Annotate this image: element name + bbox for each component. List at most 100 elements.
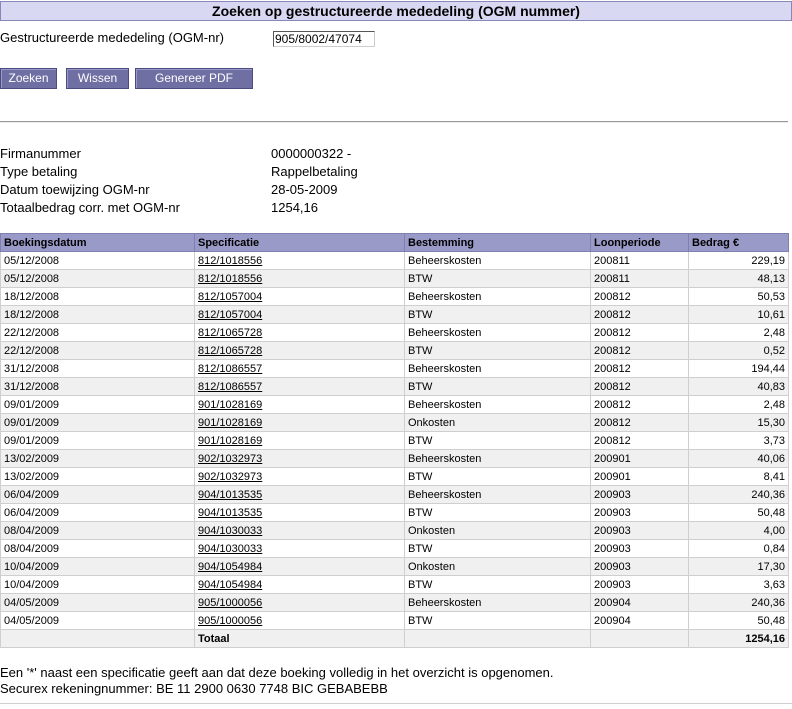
- specification-link[interactable]: 901/1028169: [198, 435, 262, 447]
- table-row: 04/05/2009 905/1000056 Beheerskosten 200904…: [0, 593, 789, 612]
- cell-specification: 901/1028169: [194, 395, 405, 414]
- cell-pay-period: 200812: [590, 359, 689, 378]
- cell-specification: 812/1057004: [194, 287, 405, 306]
- table-row: 18/12/2008 812/1057004 Beheerskosten 200812…: [0, 287, 789, 306]
- cell-booking-date: 31/12/2008: [0, 359, 195, 378]
- cell-booking-date: 09/01/2009: [0, 431, 195, 450]
- table-row: 04/05/2009 905/1000056 BTW 200904 50,48: [0, 611, 789, 630]
- specification-link[interactable]: 904/1013535: [198, 507, 262, 519]
- cell-destination: Beheerskosten: [404, 395, 591, 414]
- specification-link[interactable]: 904/1030033: [198, 543, 262, 555]
- info-row-assignment-date: Datum toewijzing OGM-nr 28-05-2009: [0, 181, 500, 199]
- cell-booking-date: 13/02/2009: [0, 467, 195, 486]
- specification-link[interactable]: 901/1028169: [198, 417, 262, 429]
- cell-pay-period: 200901: [590, 467, 689, 486]
- info-label: Totaalbedrag corr. met OGM-nr: [0, 200, 180, 215]
- cell-booking-date: 09/01/2009: [0, 413, 195, 432]
- cell-specification: 812/1065728: [194, 323, 405, 342]
- cell-pay-period: 200811: [590, 251, 689, 270]
- cell-specification: 902/1032973: [194, 449, 405, 468]
- table-row: 13/02/2009 902/1032973 Beheerskosten 200901…: [0, 449, 789, 468]
- cell-amount: 3,73: [688, 431, 789, 450]
- info-value: 28-05-2009: [271, 182, 338, 197]
- cell-pay-period: 200812: [590, 287, 689, 306]
- specification-link[interactable]: 905/1000056: [198, 597, 262, 609]
- cell-destination: Beheerskosten: [404, 323, 591, 342]
- cell-pay-period: 200904: [590, 611, 689, 630]
- specification-link[interactable]: 812/1086557: [198, 363, 262, 375]
- cell-pay-period: 200901: [590, 449, 689, 468]
- footer: Een '*' naast een specificatie geeft aan…: [0, 665, 554, 697]
- cell-booking-date: 31/12/2008: [0, 377, 195, 396]
- search-button[interactable]: Zoeken: [0, 68, 57, 89]
- ogm-field-label: Gestructureerde mededeling (OGM-nr): [0, 30, 224, 45]
- generate-pdf-button[interactable]: Genereer PDF: [135, 68, 253, 89]
- info-panel: Firmanummer 0000000322 - Type betaling R…: [0, 145, 500, 217]
- specification-link[interactable]: 901/1028169: [198, 399, 262, 411]
- cell-destination: BTW: [404, 269, 591, 288]
- specification-link[interactable]: 812/1018556: [198, 255, 262, 267]
- column-header-pay-period[interactable]: Loonperiode: [590, 233, 689, 252]
- column-header-destination[interactable]: Bestemming: [404, 233, 591, 252]
- specification-link[interactable]: 812/1065728: [198, 327, 262, 339]
- bottom-divider: [0, 703, 792, 704]
- cell-booking-date: 22/12/2008: [0, 323, 195, 342]
- cell-destination: BTW: [404, 341, 591, 360]
- cell-amount: 48,13: [688, 269, 789, 288]
- specification-link[interactable]: 902/1032973: [198, 453, 262, 465]
- cell-amount: 8,41: [688, 467, 789, 486]
- specification-link[interactable]: 904/1054984: [198, 561, 262, 573]
- cell-specification: 905/1000056: [194, 611, 405, 630]
- empty-cell: [404, 629, 591, 648]
- cell-amount: 10,61: [688, 305, 789, 324]
- empty-cell: [590, 629, 689, 648]
- cell-destination: Beheerskosten: [404, 593, 591, 612]
- cell-specification: 905/1000056: [194, 593, 405, 612]
- cell-amount: 17,30: [688, 557, 789, 576]
- cell-amount: 50,48: [688, 503, 789, 522]
- clear-button[interactable]: Wissen: [66, 68, 129, 89]
- specification-link[interactable]: 812/1018556: [198, 273, 262, 285]
- cell-specification: 904/1054984: [194, 557, 405, 576]
- specification-link[interactable]: 812/1057004: [198, 291, 262, 303]
- column-header-amount[interactable]: Bedrag €: [688, 233, 789, 252]
- cell-pay-period: 200812: [590, 305, 689, 324]
- cell-specification: 812/1086557: [194, 377, 405, 396]
- cell-destination: BTW: [404, 575, 591, 594]
- cell-booking-date: 06/04/2009: [0, 503, 195, 522]
- cell-amount: 4,00: [688, 521, 789, 540]
- cell-amount: 3,63: [688, 575, 789, 594]
- specification-link[interactable]: 904/1013535: [198, 489, 262, 501]
- cell-specification: 904/1030033: [194, 521, 405, 540]
- cell-pay-period: 200903: [590, 575, 689, 594]
- cell-booking-date: 18/12/2008: [0, 287, 195, 306]
- cell-amount: 40,83: [688, 377, 789, 396]
- specification-link[interactable]: 904/1030033: [198, 525, 262, 537]
- table-row: 22/12/2008 812/1065728 BTW 200812 0,52: [0, 341, 789, 360]
- cell-specification: 812/1086557: [194, 359, 405, 378]
- column-header-booking-date[interactable]: Boekingsdatum: [0, 233, 195, 252]
- cell-booking-date: 18/12/2008: [0, 305, 195, 324]
- column-header-specification[interactable]: Specificatie: [194, 233, 405, 252]
- specification-link[interactable]: 812/1057004: [198, 309, 262, 321]
- specification-link[interactable]: 905/1000056: [198, 615, 262, 627]
- specification-link[interactable]: 812/1086557: [198, 381, 262, 393]
- cell-pay-period: 200812: [590, 395, 689, 414]
- info-value: Rappelbetaling: [271, 164, 358, 179]
- specification-link[interactable]: 904/1054984: [198, 579, 262, 591]
- cell-pay-period: 200903: [590, 503, 689, 522]
- specification-link[interactable]: 812/1065728: [198, 345, 262, 357]
- table-total-row: Totaal 1254,16: [0, 629, 789, 648]
- cell-destination: Beheerskosten: [404, 359, 591, 378]
- table-row: 09/01/2009 901/1028169 BTW 200812 3,73: [0, 431, 789, 450]
- cell-specification: 812/1065728: [194, 341, 405, 360]
- cell-specification: 812/1018556: [194, 269, 405, 288]
- info-row-firm-number: Firmanummer 0000000322 -: [0, 145, 500, 163]
- info-label: Type betaling: [0, 164, 78, 179]
- cell-booking-date: 04/05/2009: [0, 593, 195, 612]
- cell-destination: Onkosten: [404, 413, 591, 432]
- empty-cell: [0, 629, 195, 648]
- info-label: Datum toewijzing OGM-nr: [0, 182, 150, 197]
- specification-link[interactable]: 902/1032973: [198, 471, 262, 483]
- ogm-input[interactable]: [273, 31, 375, 47]
